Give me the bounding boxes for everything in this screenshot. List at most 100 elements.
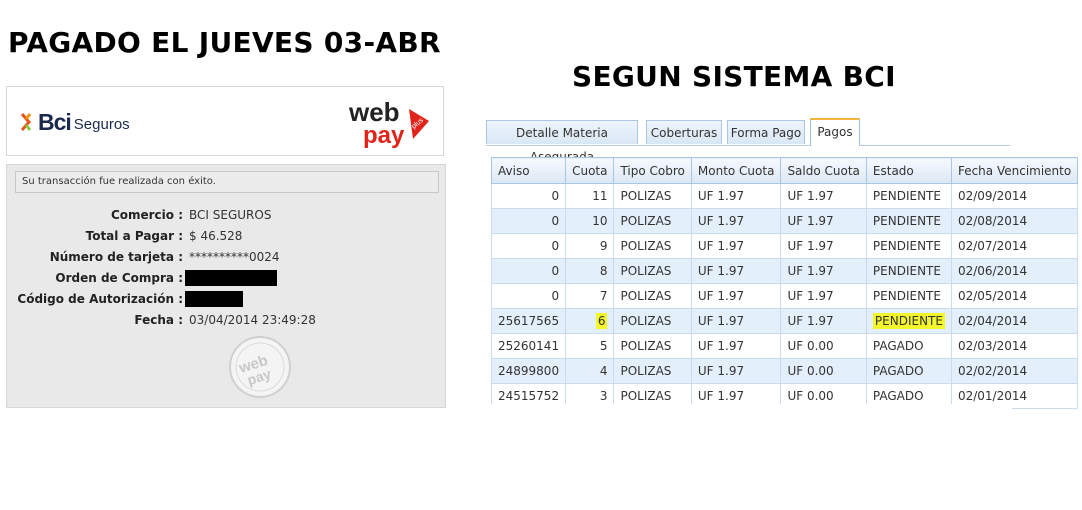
cell-cuota: 7 [565,283,615,309]
cell-saldo-cuota: UF 1.97 [780,183,867,209]
column-header-aviso[interactable]: Aviso [490,157,567,184]
webpay-logo-pay: pay [363,122,405,149]
cell-saldo-cuota: UF 0.00 [780,358,867,384]
cell-fecha-vencimiento: 02/08/2014 [951,208,1079,234]
table-row[interactable]: 0 7 POLIZAS UF 1.97 UF 1.97 PENDIENTE 02/05/20… [490,283,1079,309]
table-row[interactable]: 0 11 POLIZAS UF 1.97 UF 1.97 PENDIENTE 02/09/2… [490,183,1079,209]
cell-saldo-cuota: UF 0.00 [780,333,867,359]
cell-saldo-cuota: UF 1.97 [780,308,867,334]
field-label: Orden de Compra : [55,271,183,285]
cell-monto-cuota: UF 1.97 [691,258,782,284]
cell-fecha-vencimiento: 02/09/2014 [951,183,1079,209]
field-value: BCI SEGUROS [189,208,272,222]
cell-monto-cuota: UF 1.97 [691,283,782,309]
cell-estado: PENDIENTE [866,233,952,259]
heading-bci-system: SEGUN SISTEMA BCI [572,60,896,93]
cell-aviso: 25260141 [490,333,567,359]
cell-fecha-vencimiento: 02/06/2014 [951,258,1079,284]
column-header-tipo-cobro[interactable]: Tipo Cobro [613,157,692,184]
field-label: Número de tarjeta : [49,250,183,264]
field-total: Total a Pagar : $ 46.528 [7,226,447,246]
cell-tipo-cobro: POLIZAS [613,183,692,209]
cell-monto-cuota: UF 1.97 [691,233,782,259]
cell-tipo-cobro: POLIZAS [613,233,692,259]
table-row[interactable]: 24899800 4 POLIZAS UF 1.97 UF 0.00 PAGADO 02/0… [490,358,1079,384]
field-value: $ 46.528 [189,229,243,243]
cell-saldo-cuota: UF 1.97 [780,233,867,259]
cell-monto-cuota: UF 1.97 [691,358,782,384]
table-row[interactable]: 0 8 POLIZAS UF 1.97 UF 1.97 PENDIENTE 02/06/20… [490,258,1079,284]
transaction-receipt: Su transacción fue realizada con éxito. … [6,164,446,408]
cell-estado: PENDIENTE [866,308,952,334]
cell-aviso: 24899800 [490,358,567,384]
cell-estado: PENDIENTE [866,258,952,284]
cell-saldo-cuota: UF 1.97 [780,283,867,309]
field-label: Comercio : [110,208,183,222]
tab-pagos[interactable]: Pagos [810,118,860,146]
cell-fecha-vencimiento: 02/04/2014 [951,308,1079,334]
redacted-block [185,270,277,286]
column-header-saldo-cuota[interactable]: Saldo Cuota [780,157,867,184]
cell-tipo-cobro: POLIZAS [613,308,692,334]
field-auth-code: Código de Autorización : [7,289,447,309]
webpay-seal-icon: web pay [229,336,291,398]
field-value: **********0024 [189,250,280,264]
cell-tipo-cobro: POLIZAS [613,283,692,309]
cell-aviso: 25617565 [490,308,567,334]
cell-estado: PENDIENTE [866,283,952,309]
cell-cuota: 5 [565,333,615,359]
tab-detalle-materia[interactable]: Detalle Materia Asegurada [486,120,638,164]
field-label: Código de Autorización : [17,292,183,306]
cell-saldo-cuota: UF 1.97 [780,258,867,284]
cell-estado: PENDIENTE [866,183,952,209]
heading-paid-date: PAGADO EL JUEVES 03-ABR [8,26,441,59]
cell-tipo-cobro: POLIZAS [613,258,692,284]
highlight-mark: 6 [595,313,608,329]
table-cutoff [488,404,1012,414]
cell-cuota: 6 [565,308,615,334]
field-purchase-order: Orden de Compra : [7,268,447,288]
field-card-number: Número de tarjeta : **********0024 [7,247,447,267]
cell-estado: PAGADO [866,358,952,384]
field-value: 03/04/2014 23:49:28 [189,313,316,327]
cell-estado: PENDIENTE [866,208,952,234]
cell-monto-cuota: UF 1.97 [691,333,782,359]
table-row[interactable]: 0 9 POLIZAS UF 1.97 UF 1.97 PENDIENTE 02/07/20… [490,233,1079,259]
highlight-mark: PENDIENTE [872,313,945,329]
webpay-plus-logo: web pay plus [349,97,429,149]
cell-cuota: 9 [565,233,615,259]
cell-cuota: 11 [565,183,615,209]
cell-saldo-cuota: UF 1.97 [780,208,867,234]
cell-aviso: 0 [490,183,567,209]
cell-estado: PAGADO [866,333,952,359]
receipt-logo-header: Bci Seguros web pay plus [6,86,444,156]
cell-aviso: 0 [490,258,567,284]
seguros-logo-text: Seguros [73,115,130,133]
cell-fecha-vencimiento: 02/07/2014 [951,233,1079,259]
cell-cuota: 4 [565,358,615,384]
column-header-fecha-vencimiento[interactable]: Fecha Vencimiento [950,157,1079,184]
field-date: Fecha : 03/04/2014 23:49:28 [7,310,447,330]
tab-coberturas[interactable]: Coberturas [646,120,722,144]
table-header-row: Aviso Cuota Tipo Cobro Monto Cuota Saldo… [490,157,1079,184]
cell-aviso: 0 [490,233,567,259]
payments-table: Aviso Cuota Tipo Cobro Monto Cuota Saldo… [490,157,1079,409]
table-row[interactable]: 25617565 6 POLIZAS UF 1.97 UF 1.97 PENDIENTE 0… [490,308,1079,334]
cell-cuota: 10 [565,208,615,234]
column-header-estado[interactable]: Estado [865,157,952,184]
table-row[interactable]: 0 10 POLIZAS UF 1.97 UF 1.97 PENDIENTE 02/08/2… [490,208,1079,234]
cell-fecha-vencimiento: 02/05/2014 [951,283,1079,309]
field-label: Fecha : [134,313,183,327]
table-row[interactable]: 25260141 5 POLIZAS UF 1.97 UF 0.00 PAGADO 02/0… [490,333,1079,359]
success-message: Su transacción fue realizada con éxito. [15,171,439,193]
column-header-monto-cuota[interactable]: Monto Cuota [690,157,782,184]
cell-fecha-vencimiento: 02/03/2014 [951,333,1079,359]
cell-monto-cuota: UF 1.97 [691,208,782,234]
cell-tipo-cobro: POLIZAS [613,333,692,359]
field-comercio: Comercio : BCI SEGUROS [7,205,447,225]
cell-cuota: 8 [565,258,615,284]
bci-logo-text: Bci [38,108,72,135]
tab-forma-pago[interactable]: Forma Pago [727,120,805,144]
column-header-cuota[interactable]: Cuota [565,157,615,184]
cell-tipo-cobro: POLIZAS [613,358,692,384]
